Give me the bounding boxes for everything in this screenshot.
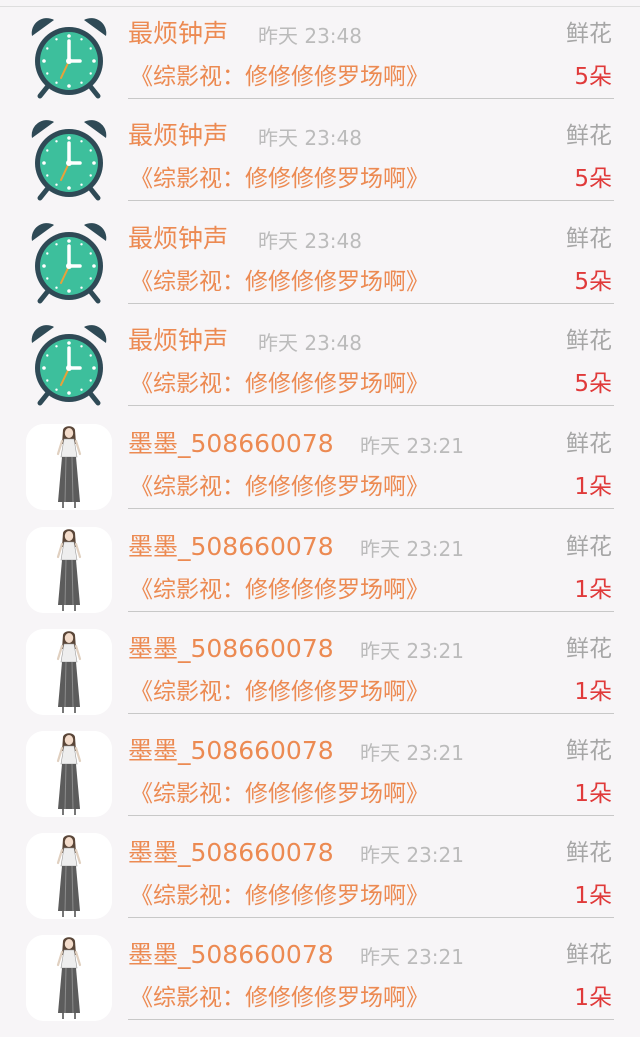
gift-count: 5朵	[574, 371, 612, 397]
user-avatar[interactable]	[26, 731, 112, 817]
row-divider	[128, 200, 614, 201]
row-divider	[128, 917, 614, 918]
alarm-clock-icon[interactable]	[26, 219, 112, 305]
sender-name[interactable]: 墨墨_508660078	[128, 529, 334, 565]
gift-type-label: 鲜花	[566, 840, 612, 866]
row-divider	[128, 98, 614, 99]
gift-count: 1朵	[574, 577, 612, 603]
gift-type-label: 鲜花	[566, 328, 612, 354]
gift-count: 5朵	[574, 269, 612, 295]
book-title[interactable]: 《综影视：修修修修罗场啊》	[130, 265, 429, 299]
message-row[interactable]: 墨墨_508660078 昨天 23:21 鲜花《综影视：修修修修罗场啊》 1朵	[0, 819, 640, 921]
message-row[interactable]: 墨墨_508660078 昨天 23:21 鲜花《综影视：修修修修罗场啊》 1朵	[0, 615, 640, 717]
gift-count: 1朵	[574, 679, 612, 705]
user-avatar[interactable]	[26, 527, 112, 613]
sender-name[interactable]: 墨墨_508660078	[128, 937, 334, 973]
user-avatar[interactable]	[26, 629, 112, 715]
user-avatar[interactable]	[26, 833, 112, 919]
message-time: 昨天 23:48	[258, 331, 362, 355]
message-row[interactable]: 墨墨_508660078 昨天 23:21 鲜花《综影视：修修修修罗场啊》 1朵	[0, 513, 640, 615]
message-row[interactable]: 墨墨_508660078 昨天 23:21 鲜花《综影视：修修修修罗场啊》 1朵	[0, 410, 640, 512]
row-divider	[128, 713, 614, 714]
message-time: 昨天 23:21	[360, 537, 464, 561]
message-row[interactable]: 墨墨_508660078 昨天 23:21 鲜花《综影视：修修修修罗场啊》 1朵	[0, 717, 640, 819]
book-title[interactable]: 《综影视：修修修修罗场啊》	[130, 60, 429, 94]
sender-name[interactable]: 最烦钟声	[128, 118, 228, 154]
gift-message-list: 最烦钟声 昨天 23:48 鲜花 《综影视：修修修修罗场啊》 5朵 最烦钟声 昨天 23:…	[0, 0, 640, 1037]
message-time: 昨天 23:48	[258, 229, 362, 253]
message-row[interactable]: 最烦钟声 昨天 23:48 鲜花《综影视：修修修修罗场啊》 5朵	[0, 205, 640, 307]
gift-type-label: 鲜花	[566, 738, 612, 764]
message-time: 昨天 23:21	[360, 434, 464, 458]
sender-name[interactable]: 最烦钟声	[128, 221, 228, 257]
book-title[interactable]: 《综影视：修修修修罗场啊》	[130, 981, 429, 1015]
gift-type-label: 鲜花	[566, 636, 612, 662]
sender-name[interactable]: 最烦钟声	[128, 16, 228, 52]
sender-name[interactable]: 墨墨_508660078	[128, 733, 334, 769]
user-avatar[interactable]	[26, 935, 112, 1021]
gift-count: 1朵	[574, 781, 612, 807]
message-row[interactable]: 最烦钟声 昨天 23:48 鲜花《综影视：修修修修罗场啊》 5朵	[0, 102, 640, 204]
row-divider	[128, 405, 614, 406]
gift-count: 1朵	[574, 883, 612, 909]
book-title[interactable]: 《综影视：修修修修罗场啊》	[130, 879, 429, 913]
sender-name[interactable]: 墨墨_508660078	[128, 835, 334, 871]
book-title[interactable]: 《综影视：修修修修罗场啊》	[130, 162, 429, 196]
gift-count: 5朵	[574, 166, 612, 192]
gift-count: 1朵	[574, 985, 612, 1011]
gift-type-label: 鲜花	[566, 431, 612, 457]
row-divider	[128, 303, 614, 304]
message-time: 昨天 23:21	[360, 945, 464, 969]
row-divider	[128, 1019, 614, 1020]
gift-type-label: 鲜花	[566, 534, 612, 560]
message-row[interactable]: 墨墨_508660078 昨天 23:21 鲜花《综影视：修修修修罗场啊》 1朵	[0, 921, 640, 1023]
user-avatar[interactable]	[26, 424, 112, 510]
message-row[interactable]: 最烦钟声 昨天 23:48 鲜花《综影视：修修修修罗场啊》 5朵	[0, 307, 640, 409]
alarm-clock-icon[interactable]	[26, 116, 112, 202]
message-row[interactable]: 最烦钟声 昨天 23:48 鲜花《综影视：修修修修罗场啊》 5朵	[0, 0, 640, 102]
alarm-clock-icon[interactable]	[26, 321, 112, 407]
message-time: 昨天 23:21	[360, 741, 464, 765]
row-divider	[128, 815, 614, 816]
book-title[interactable]: 《综影视：修修修修罗场啊》	[130, 367, 429, 401]
book-title[interactable]: 《综影视：修修修修罗场啊》	[130, 675, 429, 709]
alarm-clock-icon[interactable]	[26, 14, 112, 100]
gift-type-label: 鲜花	[566, 123, 612, 149]
gift-count: 5朵	[574, 64, 612, 90]
message-time: 昨天 23:48	[258, 24, 362, 48]
book-title[interactable]: 《综影视：修修修修罗场啊》	[130, 777, 429, 811]
message-time: 昨天 23:21	[360, 843, 464, 867]
gift-type-label: 鲜花	[566, 21, 612, 47]
row-divider	[128, 508, 614, 509]
sender-name[interactable]: 墨墨_508660078	[128, 426, 334, 462]
message-time: 昨天 23:21	[360, 639, 464, 663]
book-title[interactable]: 《综影视：修修修修罗场啊》	[130, 470, 429, 504]
message-time: 昨天 23:48	[258, 126, 362, 150]
gift-type-label: 鲜花	[566, 226, 612, 252]
sender-name[interactable]: 墨墨_508660078	[128, 631, 334, 667]
sender-name[interactable]: 最烦钟声	[128, 323, 228, 359]
book-title[interactable]: 《综影视：修修修修罗场啊》	[130, 573, 429, 607]
gift-type-label: 鲜花	[566, 942, 612, 968]
gift-count: 1朵	[574, 474, 612, 500]
row-divider	[128, 611, 614, 612]
